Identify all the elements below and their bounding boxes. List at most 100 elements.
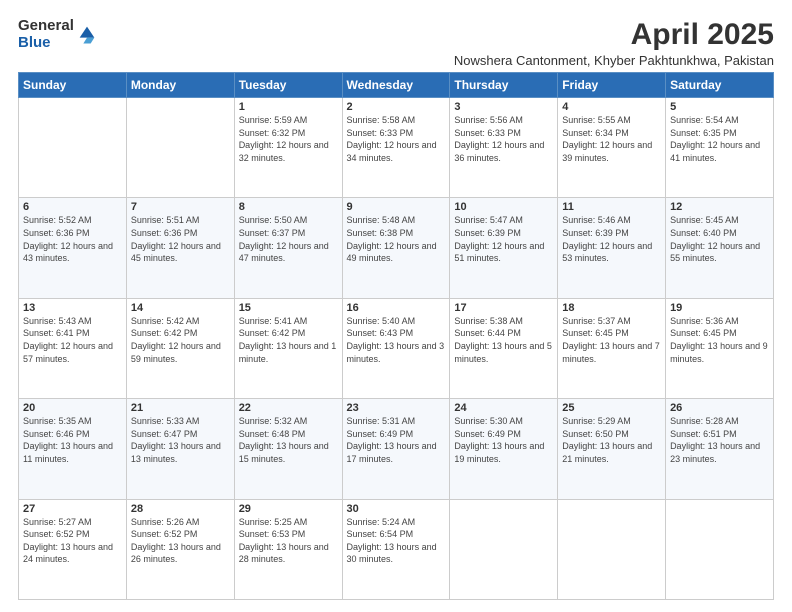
day-number: 6 bbox=[23, 201, 122, 213]
col-monday: Monday bbox=[126, 73, 234, 98]
day-number: 17 bbox=[454, 302, 553, 314]
calendar-week-1: 1Sunrise: 5:59 AMSunset: 6:32 PMDaylight… bbox=[19, 98, 774, 198]
calendar-cell-w5-d3: 29Sunrise: 5:25 AMSunset: 6:53 PMDayligh… bbox=[234, 499, 342, 599]
calendar-cell-w2-d5: 10Sunrise: 5:47 AMSunset: 6:39 PMDayligh… bbox=[450, 198, 558, 298]
calendar-cell-w4-d1: 20Sunrise: 5:35 AMSunset: 6:46 PMDayligh… bbox=[19, 399, 127, 499]
day-number: 7 bbox=[131, 201, 230, 213]
logo-general: General bbox=[18, 18, 74, 35]
day-info: Sunrise: 5:41 AMSunset: 6:42 PMDaylight:… bbox=[239, 315, 338, 365]
day-info: Sunrise: 5:55 AMSunset: 6:34 PMDaylight:… bbox=[562, 114, 661, 164]
calendar-cell-w5-d5 bbox=[450, 499, 558, 599]
calendar-cell-w2-d4: 9Sunrise: 5:48 AMSunset: 6:38 PMDaylight… bbox=[342, 198, 450, 298]
calendar-cell-w5-d7 bbox=[666, 499, 774, 599]
day-info: Sunrise: 5:24 AMSunset: 6:54 PMDaylight:… bbox=[347, 516, 446, 566]
calendar-cell-w5-d2: 28Sunrise: 5:26 AMSunset: 6:52 PMDayligh… bbox=[126, 499, 234, 599]
day-info: Sunrise: 5:45 AMSunset: 6:40 PMDaylight:… bbox=[670, 214, 769, 264]
day-number: 15 bbox=[239, 302, 338, 314]
day-info: Sunrise: 5:58 AMSunset: 6:33 PMDaylight:… bbox=[347, 114, 446, 164]
day-number: 1 bbox=[239, 101, 338, 113]
header: General Blue April 2025 Nowshera Cantonm… bbox=[18, 18, 774, 68]
calendar-cell-w1-d5: 3Sunrise: 5:56 AMSunset: 6:33 PMDaylight… bbox=[450, 98, 558, 198]
day-info: Sunrise: 5:31 AMSunset: 6:49 PMDaylight:… bbox=[347, 415, 446, 465]
calendar-cell-w5-d6 bbox=[558, 499, 666, 599]
calendar-cell-w4-d6: 25Sunrise: 5:29 AMSunset: 6:50 PMDayligh… bbox=[558, 399, 666, 499]
main-title: April 2025 bbox=[454, 18, 774, 52]
logo: General Blue bbox=[18, 18, 98, 51]
calendar-cell-w5-d4: 30Sunrise: 5:24 AMSunset: 6:54 PMDayligh… bbox=[342, 499, 450, 599]
calendar-week-4: 20Sunrise: 5:35 AMSunset: 6:46 PMDayligh… bbox=[19, 399, 774, 499]
day-info: Sunrise: 5:51 AMSunset: 6:36 PMDaylight:… bbox=[131, 214, 230, 264]
day-info: Sunrise: 5:59 AMSunset: 6:32 PMDaylight:… bbox=[239, 114, 338, 164]
col-saturday: Saturday bbox=[666, 73, 774, 98]
day-number: 8 bbox=[239, 201, 338, 213]
calendar-cell-w2-d1: 6Sunrise: 5:52 AMSunset: 6:36 PMDaylight… bbox=[19, 198, 127, 298]
calendar-cell-w3-d5: 17Sunrise: 5:38 AMSunset: 6:44 PMDayligh… bbox=[450, 298, 558, 398]
day-number: 9 bbox=[347, 201, 446, 213]
day-info: Sunrise: 5:26 AMSunset: 6:52 PMDaylight:… bbox=[131, 516, 230, 566]
day-info: Sunrise: 5:47 AMSunset: 6:39 PMDaylight:… bbox=[454, 214, 553, 264]
calendar-cell-w1-d2 bbox=[126, 98, 234, 198]
day-number: 3 bbox=[454, 101, 553, 113]
calendar-week-3: 13Sunrise: 5:43 AMSunset: 6:41 PMDayligh… bbox=[19, 298, 774, 398]
day-info: Sunrise: 5:32 AMSunset: 6:48 PMDaylight:… bbox=[239, 415, 338, 465]
day-info: Sunrise: 5:50 AMSunset: 6:37 PMDaylight:… bbox=[239, 214, 338, 264]
calendar-cell-w4-d3: 22Sunrise: 5:32 AMSunset: 6:48 PMDayligh… bbox=[234, 399, 342, 499]
day-number: 29 bbox=[239, 503, 338, 515]
day-info: Sunrise: 5:37 AMSunset: 6:45 PMDaylight:… bbox=[562, 315, 661, 365]
day-number: 11 bbox=[562, 201, 661, 213]
subtitle: Nowshera Cantonment, Khyber Pakhtunkhwa,… bbox=[454, 53, 774, 68]
col-friday: Friday bbox=[558, 73, 666, 98]
col-sunday: Sunday bbox=[19, 73, 127, 98]
day-number: 4 bbox=[562, 101, 661, 113]
day-number: 2 bbox=[347, 101, 446, 113]
day-info: Sunrise: 5:29 AMSunset: 6:50 PMDaylight:… bbox=[562, 415, 661, 465]
day-number: 24 bbox=[454, 402, 553, 414]
day-number: 28 bbox=[131, 503, 230, 515]
day-number: 25 bbox=[562, 402, 661, 414]
day-number: 13 bbox=[23, 302, 122, 314]
logo-blue: Blue bbox=[18, 35, 74, 52]
day-number: 30 bbox=[347, 503, 446, 515]
day-number: 22 bbox=[239, 402, 338, 414]
day-info: Sunrise: 5:43 AMSunset: 6:41 PMDaylight:… bbox=[23, 315, 122, 365]
day-number: 20 bbox=[23, 402, 122, 414]
day-info: Sunrise: 5:35 AMSunset: 6:46 PMDaylight:… bbox=[23, 415, 122, 465]
logo-text: General Blue bbox=[18, 18, 74, 51]
calendar-cell-w1-d6: 4Sunrise: 5:55 AMSunset: 6:34 PMDaylight… bbox=[558, 98, 666, 198]
calendar-cell-w3-d2: 14Sunrise: 5:42 AMSunset: 6:42 PMDayligh… bbox=[126, 298, 234, 398]
day-info: Sunrise: 5:30 AMSunset: 6:49 PMDaylight:… bbox=[454, 415, 553, 465]
logo-icon bbox=[76, 23, 98, 45]
day-info: Sunrise: 5:27 AMSunset: 6:52 PMDaylight:… bbox=[23, 516, 122, 566]
calendar-cell-w4-d7: 26Sunrise: 5:28 AMSunset: 6:51 PMDayligh… bbox=[666, 399, 774, 499]
day-number: 5 bbox=[670, 101, 769, 113]
calendar-cell-w4-d2: 21Sunrise: 5:33 AMSunset: 6:47 PMDayligh… bbox=[126, 399, 234, 499]
day-info: Sunrise: 5:48 AMSunset: 6:38 PMDaylight:… bbox=[347, 214, 446, 264]
day-number: 19 bbox=[670, 302, 769, 314]
calendar-cell-w3-d7: 19Sunrise: 5:36 AMSunset: 6:45 PMDayligh… bbox=[666, 298, 774, 398]
day-info: Sunrise: 5:36 AMSunset: 6:45 PMDaylight:… bbox=[670, 315, 769, 365]
calendar-cell-w5-d1: 27Sunrise: 5:27 AMSunset: 6:52 PMDayligh… bbox=[19, 499, 127, 599]
calendar-cell-w3-d4: 16Sunrise: 5:40 AMSunset: 6:43 PMDayligh… bbox=[342, 298, 450, 398]
day-info: Sunrise: 5:40 AMSunset: 6:43 PMDaylight:… bbox=[347, 315, 446, 365]
day-info: Sunrise: 5:28 AMSunset: 6:51 PMDaylight:… bbox=[670, 415, 769, 465]
day-number: 18 bbox=[562, 302, 661, 314]
col-tuesday: Tuesday bbox=[234, 73, 342, 98]
calendar-cell-w1-d7: 5Sunrise: 5:54 AMSunset: 6:35 PMDaylight… bbox=[666, 98, 774, 198]
calendar-cell-w2-d6: 11Sunrise: 5:46 AMSunset: 6:39 PMDayligh… bbox=[558, 198, 666, 298]
day-number: 10 bbox=[454, 201, 553, 213]
calendar-cell-w2-d7: 12Sunrise: 5:45 AMSunset: 6:40 PMDayligh… bbox=[666, 198, 774, 298]
day-info: Sunrise: 5:33 AMSunset: 6:47 PMDaylight:… bbox=[131, 415, 230, 465]
calendar-cell-w2-d3: 8Sunrise: 5:50 AMSunset: 6:37 PMDaylight… bbox=[234, 198, 342, 298]
day-info: Sunrise: 5:54 AMSunset: 6:35 PMDaylight:… bbox=[670, 114, 769, 164]
calendar-cell-w4-d4: 23Sunrise: 5:31 AMSunset: 6:49 PMDayligh… bbox=[342, 399, 450, 499]
calendar-cell-w3-d6: 18Sunrise: 5:37 AMSunset: 6:45 PMDayligh… bbox=[558, 298, 666, 398]
calendar-cell-w1-d4: 2Sunrise: 5:58 AMSunset: 6:33 PMDaylight… bbox=[342, 98, 450, 198]
calendar-body: 1Sunrise: 5:59 AMSunset: 6:32 PMDaylight… bbox=[19, 98, 774, 600]
day-info: Sunrise: 5:52 AMSunset: 6:36 PMDaylight:… bbox=[23, 214, 122, 264]
calendar-header-row: Sunday Monday Tuesday Wednesday Thursday… bbox=[19, 73, 774, 98]
calendar-cell-w3-d3: 15Sunrise: 5:41 AMSunset: 6:42 PMDayligh… bbox=[234, 298, 342, 398]
calendar-week-5: 27Sunrise: 5:27 AMSunset: 6:52 PMDayligh… bbox=[19, 499, 774, 599]
page: General Blue April 2025 Nowshera Cantonm… bbox=[0, 0, 792, 612]
day-number: 14 bbox=[131, 302, 230, 314]
title-block: April 2025 Nowshera Cantonment, Khyber P… bbox=[454, 18, 774, 68]
